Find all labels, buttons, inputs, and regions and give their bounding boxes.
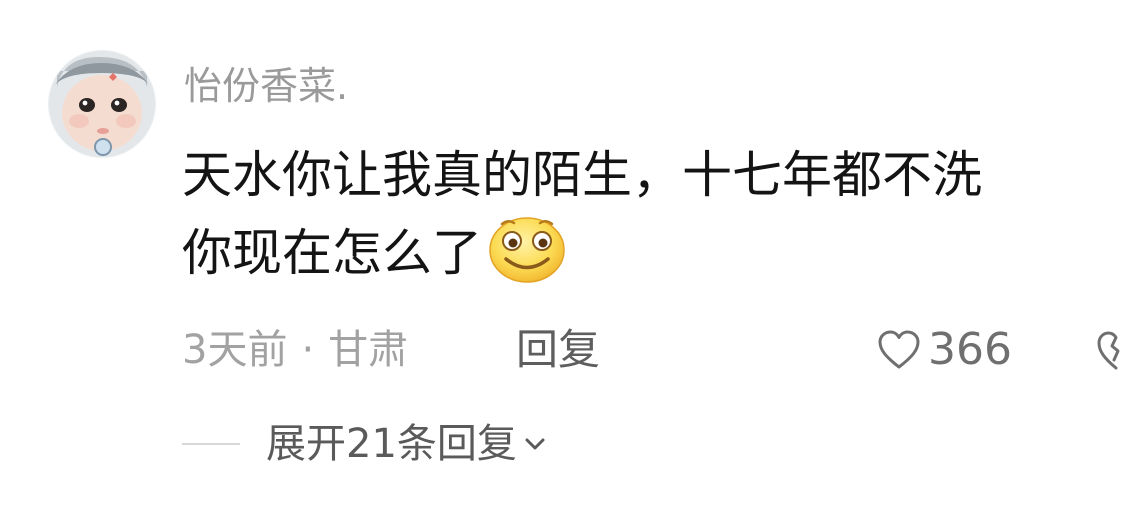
username[interactable]: 怡份香菜. [184,58,348,114]
heart-icon [878,330,920,369]
comment-item: 怡份香菜. 天水你让我真的陌生，十七年都不洗 你现在怎么了 3天前 · 甘肃 回… [0,0,1126,517]
comment-text-line-2-text: 你现在怎么了 [182,224,482,282]
meta-separator: · [301,327,315,373]
comment-time: 3天前 [182,327,288,373]
like-count: 366 [928,324,1012,375]
comment-text-line-2: 你现在怎么了 [182,214,1126,292]
expand-divider [182,443,240,445]
smile-emoji-icon [489,217,565,283]
expand-replies[interactable]: 展开21条回复 [182,416,549,472]
comment-text: 天水你让我真的陌生，十七年都不洗 你现在怎么了 [182,136,1126,292]
like-button[interactable]: 366 [876,322,1012,378]
expand-replies-label: 展开21条回复 [266,421,517,467]
comment-location: 甘肃 [328,327,409,373]
reply-button[interactable]: 回复 [516,322,600,378]
comment-meta: 3天前 · 甘肃 [182,322,408,378]
broken-heart-icon[interactable] [1096,330,1126,372]
baby-avatar-image [49,51,155,157]
chevron-down-icon [525,438,545,450]
comment-text-line-1: 天水你让我真的陌生，十七年都不洗 [182,146,982,204]
avatar[interactable] [48,50,156,158]
